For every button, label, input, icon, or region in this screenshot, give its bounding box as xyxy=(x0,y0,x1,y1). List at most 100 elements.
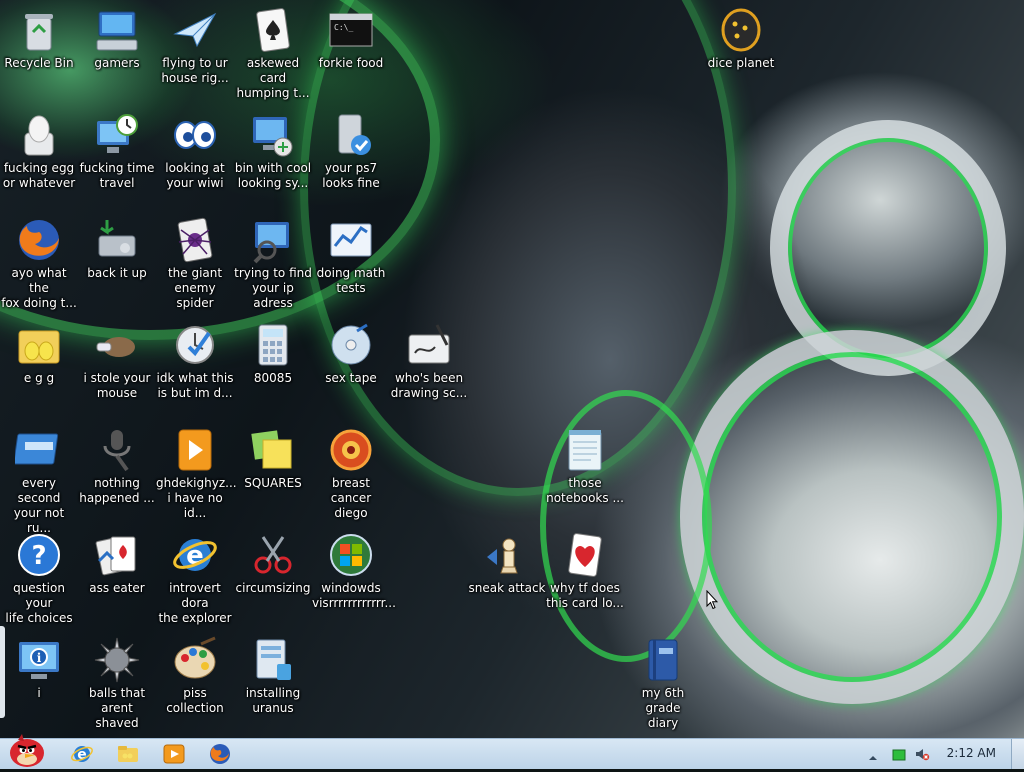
desktop-icon[interactable]: nothing happened ... xyxy=(78,426,156,506)
desktop-icon-label: introvert dora the explorer xyxy=(158,581,232,625)
spiked-ball-icon xyxy=(93,636,141,684)
desktop-icon[interactable]: flying to ur house rig... xyxy=(156,6,234,86)
desktop-icon-label: ass eater xyxy=(89,581,145,595)
sidebar-gadget-handle[interactable] xyxy=(0,626,5,718)
media-player-taskbar-icon[interactable] xyxy=(162,742,186,766)
desktop-icon-label: doing math tests xyxy=(316,266,386,295)
desktop-icon[interactable]: idk what this is but im d... xyxy=(156,321,234,401)
desktop-icon[interactable]: back it up xyxy=(78,216,156,281)
spade-card-icon xyxy=(249,6,297,54)
desktop-icon[interactable]: the giant enemy spider xyxy=(156,216,234,311)
desktop-icon[interactable]: ghdekighyz... i have no id... xyxy=(156,426,237,521)
window-icon xyxy=(13,426,63,474)
desktop-icon[interactable]: fucking time travel xyxy=(78,111,156,191)
angry-bird-start-icon xyxy=(10,734,44,767)
desktop-icon-label: bin with cool looking sy... xyxy=(234,161,312,190)
desktop-icon[interactable]: Recycle Bin xyxy=(0,6,78,71)
dvd-icon xyxy=(327,321,375,369)
firefox-taskbar-icon[interactable] xyxy=(208,742,232,766)
desktop-icon-label: installing uranus xyxy=(245,686,301,715)
desktop-icon[interactable]: ii xyxy=(0,636,78,701)
desktop-icon[interactable]: doing math tests xyxy=(312,216,390,296)
notepad-icon xyxy=(561,426,609,474)
desktop-icon[interactable]: ? question your life choices xyxy=(0,531,78,626)
desktop-icon[interactable]: e g g xyxy=(0,321,78,386)
desktop-icon[interactable]: trying to find your ip adress xyxy=(234,216,312,311)
desktop-icon-label: i stole your mouse xyxy=(83,371,151,400)
desktop-icon[interactable]: i stole your mouse xyxy=(78,321,156,401)
desktop-icon[interactable]: your ps7 looks fine xyxy=(312,111,390,191)
desktop-icon[interactable]: fucking egg or whatever xyxy=(0,111,78,191)
desktop-icon[interactable]: e introvert dora the explorer xyxy=(156,531,234,626)
desktop-icon[interactable]: installing uranus xyxy=(234,636,312,716)
calculator-icon xyxy=(249,321,297,369)
egg-icon xyxy=(15,111,63,159)
desktop-icon[interactable]: sneak attack xyxy=(468,531,546,596)
chart-icon xyxy=(327,216,375,264)
eyes-icon xyxy=(171,111,219,159)
start-button[interactable] xyxy=(4,732,50,768)
installer-icon xyxy=(249,636,297,684)
desktop-icon-label: forkie food xyxy=(318,56,384,70)
desktop-icon[interactable]: gamers xyxy=(78,6,156,71)
desktop-icon[interactable]: C:\_forkie food xyxy=(312,6,390,71)
desktop-icon[interactable]: 80085 xyxy=(234,321,312,386)
show-desktop-button[interactable] xyxy=(1011,739,1024,769)
egg-folder-icon xyxy=(15,321,63,369)
desktop-icon[interactable]: SQUARES xyxy=(234,426,312,491)
desktop-icon[interactable]: those notebooks ... xyxy=(546,426,624,506)
taskbar: e 2:12 AM xyxy=(0,738,1024,769)
desktop-icon[interactable]: sex tape xyxy=(312,321,390,386)
wallpaper-ring xyxy=(680,330,1024,704)
sticky-notes-icon xyxy=(249,426,297,474)
network-monitor-icon xyxy=(249,111,297,159)
desktop-icon-label: the giant enemy spider xyxy=(167,266,223,310)
paint-palette-icon xyxy=(171,636,219,684)
desktop-icon[interactable]: every second your not ru... xyxy=(0,426,78,536)
desktop-icon[interactable]: who's been drawing sc... xyxy=(390,321,468,401)
desktop-icon-label: looking at your wiwi xyxy=(165,161,225,190)
desktop-icon-label: dice planet xyxy=(707,56,775,70)
scissors-icon xyxy=(249,531,297,579)
desktop-icon[interactable]: looking at your wiwi xyxy=(156,111,234,191)
desktop-icon[interactable]: breast cancer diego xyxy=(312,426,390,521)
svg-text:C:\_: C:\_ xyxy=(334,23,353,32)
spider-card-icon xyxy=(171,216,219,264)
info-monitor-icon: i xyxy=(15,636,63,684)
desktop-icon-label: your ps7 looks fine xyxy=(322,161,380,190)
wallpaper-ring xyxy=(770,120,1006,376)
desktop-icon-label: askewed card humping t... xyxy=(236,56,310,100)
desktop-icon-label: fucking time travel xyxy=(79,161,155,190)
desktop-icon-label: windowds visrrrrrrrrrrrr... xyxy=(312,581,396,610)
desktop-icon[interactable]: windowds visrrrrrrrrrrrr... xyxy=(312,531,396,611)
desktop-icon[interactable]: ayo what the fox doing t... xyxy=(0,216,78,311)
tray-expand-arrow-icon[interactable] xyxy=(868,748,878,760)
pen-tablet-icon xyxy=(405,321,453,369)
system-clock[interactable]: 2:12 AM xyxy=(947,746,996,760)
desktop-icon[interactable]: balls that arent shaved xyxy=(78,636,156,731)
desktop-icon[interactable]: piss collection xyxy=(156,636,234,716)
journal-icon xyxy=(639,636,687,684)
desktop-icon-label: ghdekighyz... i have no id... xyxy=(156,476,237,520)
volume-muted-icon[interactable] xyxy=(914,746,930,762)
tray-status-icon[interactable] xyxy=(892,747,906,761)
desktop-icon[interactable]: why tf does this card lo... xyxy=(546,531,624,611)
drive-check-icon xyxy=(327,111,375,159)
desktop-icon[interactable]: my 6th grade diary xyxy=(624,636,702,731)
recycle-bin-icon xyxy=(15,6,63,54)
desktop-icon[interactable]: bin with cool looking sy... xyxy=(234,111,312,191)
desktop-icon[interactable]: ass eater xyxy=(78,531,156,596)
desktop-icon[interactable]: circumsizing xyxy=(234,531,312,596)
desktop-icon[interactable]: askewed card humping t... xyxy=(234,6,312,101)
clock-monitor-icon xyxy=(93,111,141,159)
desktop-icon[interactable]: dice planet xyxy=(702,6,780,71)
mouse-cursor-icon xyxy=(706,590,718,610)
desktop-icon-label: piss collection xyxy=(166,686,224,715)
desktop-icon-label: fucking egg or whatever xyxy=(2,161,76,190)
internet-explorer-taskbar-icon[interactable]: e xyxy=(70,742,94,766)
folder-taskbar-icon[interactable] xyxy=(116,742,140,766)
desktop-icon-label: those notebooks ... xyxy=(546,476,624,505)
desktop-icon-label: circumsizing xyxy=(235,581,311,595)
desktop-icon-label: balls that arent shaved xyxy=(88,686,146,730)
desktop-wallpaper: Recycle Bin gamers flying to ur house rig.… xyxy=(0,0,1024,738)
